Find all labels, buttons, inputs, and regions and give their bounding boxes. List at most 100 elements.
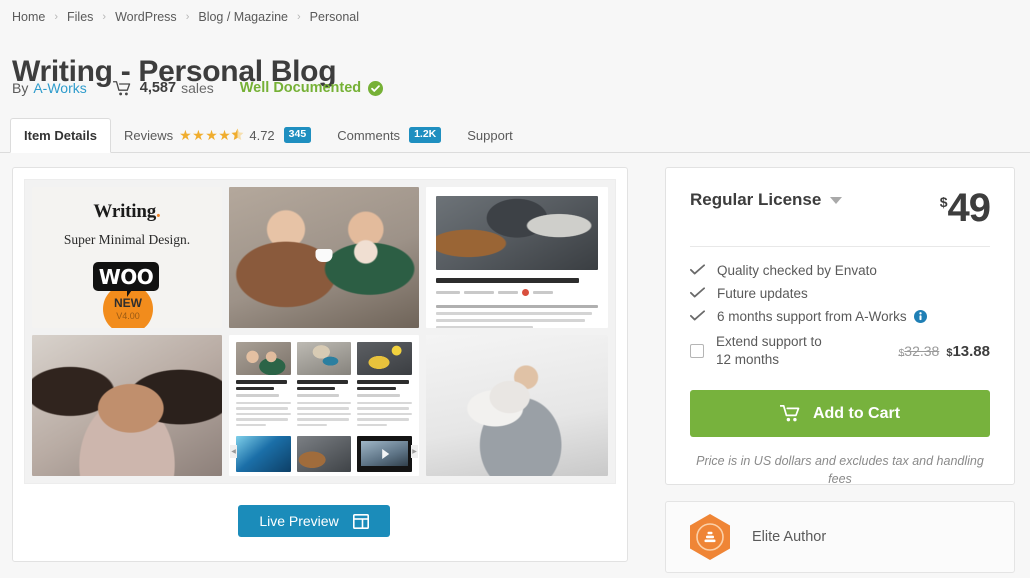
card-title-line	[357, 380, 409, 384]
author-avatar-icon	[522, 289, 529, 296]
star-icon-half	[231, 128, 244, 142]
star-icon-full: ★	[205, 127, 219, 143]
currency-symbol: $	[939, 194, 948, 210]
card-title-line	[236, 380, 288, 384]
text-line	[236, 418, 288, 421]
brand-dot: .	[156, 201, 161, 222]
preview-tile-woman-portrait	[32, 335, 222, 476]
extend-support-checkbox[interactable]	[690, 344, 704, 359]
blog-grid-row-2	[236, 436, 412, 472]
gallery-thumbnail	[236, 436, 291, 472]
tab-comments-label: Comments	[337, 127, 401, 143]
preview-image[interactable]: Writing. Super Minimal Design. NEW V4.00…	[24, 179, 616, 484]
tab-comments[interactable]: Comments 1.2K	[324, 118, 454, 152]
extend-support-row: Extend support to 12 months $32.38 $13.8…	[690, 333, 990, 369]
preview-tile-brand: Writing. Super Minimal Design. NEW V4.00…	[32, 187, 222, 328]
elite-author-card[interactable]: Elite Author	[665, 501, 1015, 573]
meta-line	[498, 291, 518, 294]
info-icon[interactable]	[913, 309, 927, 323]
elite-author-label: Elite Author	[752, 529, 827, 545]
price-display: $ 49	[939, 188, 991, 228]
carousel-next-icon: ▶	[411, 444, 418, 458]
extend-old-price: $32.38	[898, 343, 939, 359]
breadcrumb-item-blog-magazine[interactable]: Blog / Magazine	[198, 10, 288, 24]
card-body	[296, 401, 352, 426]
text-line	[236, 423, 267, 426]
preview-tile-father-child	[426, 335, 608, 476]
card-meta-line	[236, 394, 279, 397]
text-line	[236, 407, 288, 410]
feature-label: Quality checked by Envato	[717, 262, 877, 278]
card-body	[357, 401, 412, 426]
article-body-placeholder	[436, 305, 598, 328]
sales-label: sales	[181, 80, 214, 96]
comments-count-badge: 1.2K	[409, 127, 442, 143]
gallery-thumbnail	[296, 436, 352, 472]
brand-word-text: Writing	[93, 201, 157, 222]
article-title-placeholder	[436, 278, 579, 283]
text-line	[296, 423, 327, 426]
star-icon-full: ★	[192, 127, 206, 143]
new-price-value: 13.88	[952, 342, 990, 360]
tab-reviews-label: Reviews	[123, 127, 174, 143]
byline-row: By A-Works 4,587 sales Well Documented	[12, 80, 384, 96]
blog-grid-row-1	[236, 342, 412, 429]
item-page: Home › Files › WordPress › Blog / Magazi…	[0, 0, 1030, 578]
blog-card	[296, 342, 352, 429]
preview-tile-article	[426, 187, 608, 328]
feature-support: 6 months support from A-Works	[690, 309, 990, 324]
divider	[690, 245, 990, 247]
by-label: By	[12, 80, 29, 96]
layout-icon	[352, 513, 369, 529]
license-selector[interactable]: Regular License	[690, 190, 843, 210]
sales-count: 4,587	[139, 80, 177, 96]
version-label: V4.00	[116, 311, 140, 321]
elite-author-hexagon-icon	[688, 513, 732, 561]
purchase-panel: Regular License $ 49 Quality checked by …	[665, 167, 1015, 486]
text-line	[436, 319, 586, 322]
star-rating: ★ ★ ★ ★	[179, 128, 244, 142]
extend-support-prices: $32.38 $13.88	[898, 343, 990, 360]
tab-bar: Item Details Reviews ★ ★ ★ ★ 4.72 345 Co…	[0, 118, 1030, 153]
breadcrumb-item-files[interactable]: Files	[67, 10, 93, 24]
feature-label: 6 months support from A-Works	[717, 308, 907, 324]
extend-support-label: Extend support to 12 months	[716, 333, 822, 368]
preview-tile-blog-grid: ◀ ▶	[229, 335, 419, 476]
license-row: Regular License $ 49	[690, 188, 991, 228]
woo-speech-tail-icon	[127, 287, 134, 297]
brand-tagline: Super Minimal Design.	[63, 232, 191, 247]
breadcrumb-item-wordpress[interactable]: WordPress	[115, 10, 177, 24]
chevron-down-icon	[830, 196, 843, 204]
breadcrumb-item-personal[interactable]: Personal	[310, 10, 359, 24]
well-documented-label: Well Documented	[239, 80, 362, 96]
card-title-line	[357, 386, 396, 390]
text-line	[357, 401, 412, 404]
card-thumbnail	[296, 342, 352, 375]
tab-item-details[interactable]: Item Details	[10, 118, 111, 153]
live-preview-button[interactable]: Live Preview	[238, 505, 390, 537]
father-child-photo	[426, 335, 608, 476]
preview-card: Writing. Super Minimal Design. NEW V4.00…	[12, 167, 628, 562]
card-title-line	[296, 386, 335, 390]
meta-line	[464, 291, 494, 294]
card-meta-line	[357, 394, 400, 397]
card-thumbnail	[236, 342, 291, 375]
blog-card	[236, 342, 291, 429]
author-link[interactable]: A-Works	[33, 80, 86, 96]
breadcrumb-item-home[interactable]: Home	[12, 10, 45, 24]
old-price-value: 32.38	[904, 342, 940, 359]
breadcrumb: Home › Files › WordPress › Blog / Magazi…	[12, 10, 359, 24]
woman-portrait-photo	[32, 335, 222, 476]
tab-support[interactable]: Support	[454, 118, 526, 152]
breadcrumb-separator-icon: ›	[54, 11, 59, 23]
text-line	[357, 407, 410, 410]
new-label: NEW	[114, 296, 142, 310]
article-meta	[436, 289, 598, 296]
text-line	[296, 401, 352, 404]
tab-reviews[interactable]: Reviews ★ ★ ★ ★ 4.72 345	[111, 118, 324, 152]
add-to-cart-button[interactable]: Add to Cart	[690, 390, 990, 438]
reviews-count-badge: 345	[283, 127, 312, 143]
feature-future-updates: Future updates	[690, 286, 990, 301]
breadcrumb-separator-icon: ›	[185, 11, 190, 23]
text-line	[236, 412, 291, 415]
